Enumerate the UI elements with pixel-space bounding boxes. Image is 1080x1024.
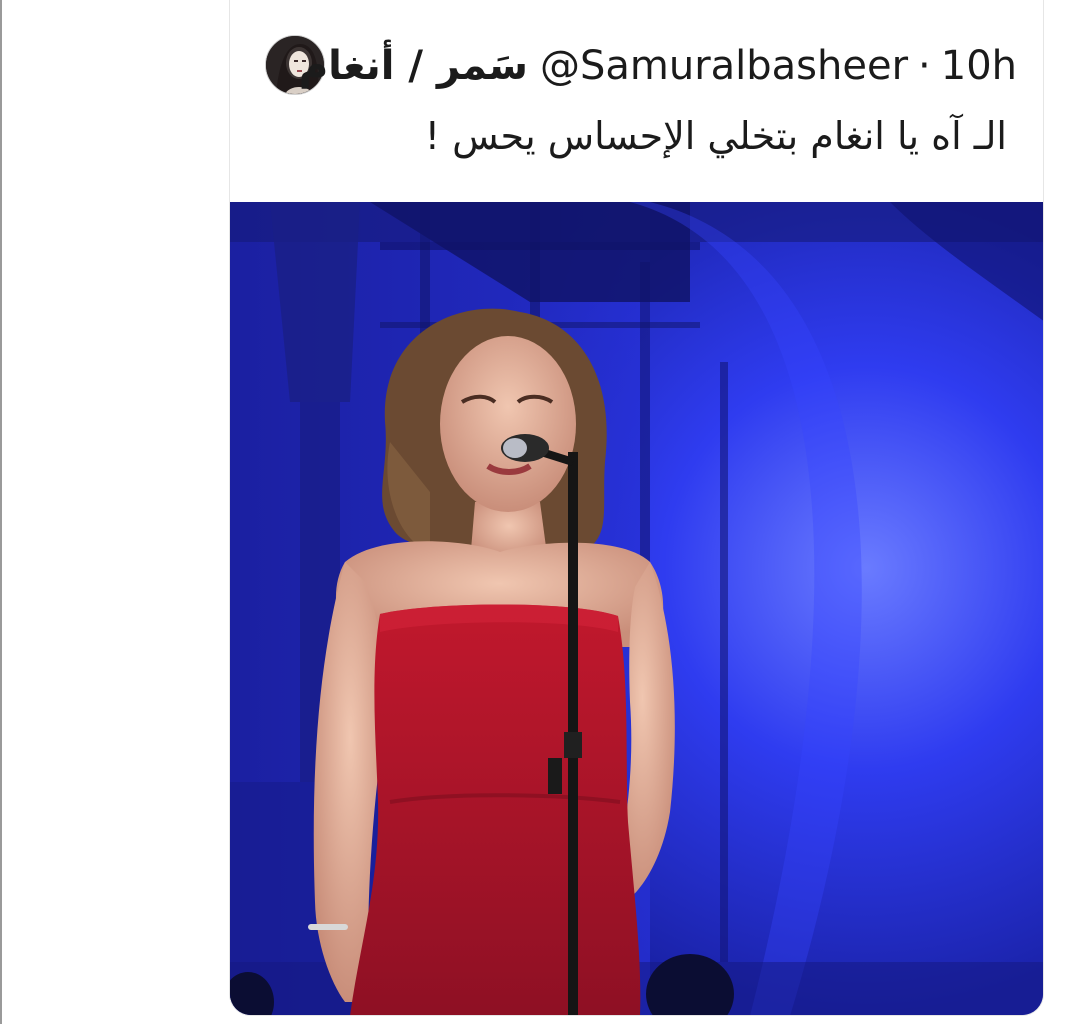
separator-dot: · [918, 43, 931, 89]
user-line: سَمر / أنغام @Samuralbasheer · 10h [299, 38, 1017, 94]
left-border [0, 0, 2, 1024]
tweet-header: سَمر / أنغام @Samuralbasheer · 10h الـ آ… [230, 0, 1043, 202]
media-image [230, 202, 1043, 1015]
display-name[interactable]: سَمر / أنغام [299, 43, 528, 89]
tweet-card[interactable]: سَمر / أنغام @Samuralbasheer · 10h الـ آ… [229, 0, 1044, 1016]
user-handle[interactable]: @Samuralbasheer [540, 43, 908, 89]
tweet-text: الـ آه يا انغام بتخلي الإحساس يحس ! [424, 114, 1007, 158]
timestamp[interactable]: 10h [941, 43, 1017, 89]
tweet-media[interactable] [230, 202, 1043, 1015]
